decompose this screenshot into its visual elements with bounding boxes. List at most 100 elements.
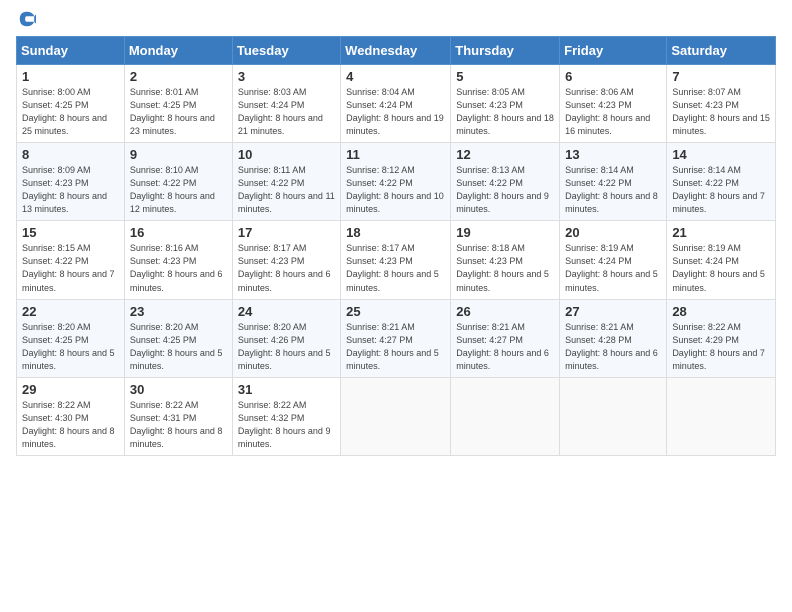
day-number: 19 — [456, 225, 554, 240]
day-number: 22 — [22, 304, 119, 319]
day-cell — [451, 377, 560, 455]
day-detail: Sunrise: 8:18 AMSunset: 4:23 PMDaylight:… — [456, 243, 549, 292]
day-cell: 5 Sunrise: 8:05 AMSunset: 4:23 PMDayligh… — [451, 65, 560, 143]
day-cell: 30 Sunrise: 8:22 AMSunset: 4:31 PMDaylig… — [124, 377, 232, 455]
day-detail: Sunrise: 8:20 AMSunset: 4:26 PMDaylight:… — [238, 322, 331, 371]
logo-icon — [18, 10, 36, 28]
day-cell: 6 Sunrise: 8:06 AMSunset: 4:23 PMDayligh… — [560, 65, 667, 143]
day-detail: Sunrise: 8:03 AMSunset: 4:24 PMDaylight:… — [238, 87, 323, 136]
day-detail: Sunrise: 8:20 AMSunset: 4:25 PMDaylight:… — [130, 322, 223, 371]
day-number: 15 — [22, 225, 119, 240]
day-detail: Sunrise: 8:17 AMSunset: 4:23 PMDaylight:… — [346, 243, 439, 292]
day-number: 27 — [565, 304, 661, 319]
day-cell: 23 Sunrise: 8:20 AMSunset: 4:25 PMDaylig… — [124, 299, 232, 377]
day-detail: Sunrise: 8:13 AMSunset: 4:22 PMDaylight:… — [456, 165, 549, 214]
day-detail: Sunrise: 8:14 AMSunset: 4:22 PMDaylight:… — [672, 165, 765, 214]
day-detail: Sunrise: 8:04 AMSunset: 4:24 PMDaylight:… — [346, 87, 444, 136]
day-number: 16 — [130, 225, 227, 240]
day-number: 28 — [672, 304, 770, 319]
day-cell: 3 Sunrise: 8:03 AMSunset: 4:24 PMDayligh… — [232, 65, 340, 143]
day-number: 31 — [238, 382, 335, 397]
day-cell: 1 Sunrise: 8:00 AMSunset: 4:25 PMDayligh… — [17, 65, 125, 143]
day-cell: 10 Sunrise: 8:11 AMSunset: 4:22 PMDaylig… — [232, 143, 340, 221]
day-cell: 2 Sunrise: 8:01 AMSunset: 4:25 PMDayligh… — [124, 65, 232, 143]
day-cell: 22 Sunrise: 8:20 AMSunset: 4:25 PMDaylig… — [17, 299, 125, 377]
day-detail: Sunrise: 8:22 AMSunset: 4:31 PMDaylight:… — [130, 400, 223, 449]
day-number: 26 — [456, 304, 554, 319]
day-cell: 7 Sunrise: 8:07 AMSunset: 4:23 PMDayligh… — [667, 65, 776, 143]
day-cell: 31 Sunrise: 8:22 AMSunset: 4:32 PMDaylig… — [232, 377, 340, 455]
day-detail: Sunrise: 8:01 AMSunset: 4:25 PMDaylight:… — [130, 87, 215, 136]
day-detail: Sunrise: 8:12 AMSunset: 4:22 PMDaylight:… — [346, 165, 444, 214]
day-number: 3 — [238, 69, 335, 84]
day-detail: Sunrise: 8:15 AMSunset: 4:22 PMDaylight:… — [22, 243, 115, 292]
day-cell: 4 Sunrise: 8:04 AMSunset: 4:24 PMDayligh… — [341, 65, 451, 143]
day-number: 8 — [22, 147, 119, 162]
day-cell: 21 Sunrise: 8:19 AMSunset: 4:24 PMDaylig… — [667, 221, 776, 299]
day-number: 20 — [565, 225, 661, 240]
day-cell: 16 Sunrise: 8:16 AMSunset: 4:23 PMDaylig… — [124, 221, 232, 299]
day-cell: 11 Sunrise: 8:12 AMSunset: 4:22 PMDaylig… — [341, 143, 451, 221]
day-number: 14 — [672, 147, 770, 162]
day-cell: 15 Sunrise: 8:15 AMSunset: 4:22 PMDaylig… — [17, 221, 125, 299]
day-detail: Sunrise: 8:09 AMSunset: 4:23 PMDaylight:… — [22, 165, 107, 214]
day-number: 12 — [456, 147, 554, 162]
day-number: 7 — [672, 69, 770, 84]
day-detail: Sunrise: 8:20 AMSunset: 4:25 PMDaylight:… — [22, 322, 115, 371]
day-number: 4 — [346, 69, 445, 84]
day-number: 2 — [130, 69, 227, 84]
day-number: 6 — [565, 69, 661, 84]
day-detail: Sunrise: 8:22 AMSunset: 4:32 PMDaylight:… — [238, 400, 331, 449]
day-cell: 20 Sunrise: 8:19 AMSunset: 4:24 PMDaylig… — [560, 221, 667, 299]
day-number: 5 — [456, 69, 554, 84]
col-header-monday: Monday — [124, 37, 232, 65]
day-number: 10 — [238, 147, 335, 162]
day-detail: Sunrise: 8:06 AMSunset: 4:23 PMDaylight:… — [565, 87, 650, 136]
week-row-4: 22 Sunrise: 8:20 AMSunset: 4:25 PMDaylig… — [17, 299, 776, 377]
day-detail: Sunrise: 8:16 AMSunset: 4:23 PMDaylight:… — [130, 243, 223, 292]
day-cell: 17 Sunrise: 8:17 AMSunset: 4:23 PMDaylig… — [232, 221, 340, 299]
day-cell — [667, 377, 776, 455]
day-cell: 18 Sunrise: 8:17 AMSunset: 4:23 PMDaylig… — [341, 221, 451, 299]
day-number: 29 — [22, 382, 119, 397]
day-number: 21 — [672, 225, 770, 240]
day-cell: 27 Sunrise: 8:21 AMSunset: 4:28 PMDaylig… — [560, 299, 667, 377]
header-row: SundayMondayTuesdayWednesdayThursdayFrid… — [17, 37, 776, 65]
day-detail: Sunrise: 8:00 AMSunset: 4:25 PMDaylight:… — [22, 87, 107, 136]
col-header-wednesday: Wednesday — [341, 37, 451, 65]
week-row-3: 15 Sunrise: 8:15 AMSunset: 4:22 PMDaylig… — [17, 221, 776, 299]
day-detail: Sunrise: 8:10 AMSunset: 4:22 PMDaylight:… — [130, 165, 215, 214]
calendar-page: SundayMondayTuesdayWednesdayThursdayFrid… — [0, 0, 792, 612]
calendar-table: SundayMondayTuesdayWednesdayThursdayFrid… — [16, 36, 776, 456]
day-cell: 25 Sunrise: 8:21 AMSunset: 4:27 PMDaylig… — [341, 299, 451, 377]
day-cell: 24 Sunrise: 8:20 AMSunset: 4:26 PMDaylig… — [232, 299, 340, 377]
day-detail: Sunrise: 8:19 AMSunset: 4:24 PMDaylight:… — [672, 243, 765, 292]
day-detail: Sunrise: 8:22 AMSunset: 4:30 PMDaylight:… — [22, 400, 115, 449]
day-cell: 19 Sunrise: 8:18 AMSunset: 4:23 PMDaylig… — [451, 221, 560, 299]
col-header-saturday: Saturday — [667, 37, 776, 65]
day-number: 11 — [346, 147, 445, 162]
day-detail: Sunrise: 8:21 AMSunset: 4:27 PMDaylight:… — [346, 322, 439, 371]
day-cell: 29 Sunrise: 8:22 AMSunset: 4:30 PMDaylig… — [17, 377, 125, 455]
day-cell: 13 Sunrise: 8:14 AMSunset: 4:22 PMDaylig… — [560, 143, 667, 221]
week-row-1: 1 Sunrise: 8:00 AMSunset: 4:25 PMDayligh… — [17, 65, 776, 143]
day-number: 17 — [238, 225, 335, 240]
col-header-sunday: Sunday — [17, 37, 125, 65]
day-number: 1 — [22, 69, 119, 84]
day-number: 30 — [130, 382, 227, 397]
logo — [16, 10, 38, 28]
day-detail: Sunrise: 8:21 AMSunset: 4:27 PMDaylight:… — [456, 322, 549, 371]
day-detail: Sunrise: 8:17 AMSunset: 4:23 PMDaylight:… — [238, 243, 331, 292]
day-detail: Sunrise: 8:21 AMSunset: 4:28 PMDaylight:… — [565, 322, 658, 371]
day-number: 24 — [238, 304, 335, 319]
day-cell — [560, 377, 667, 455]
day-detail: Sunrise: 8:19 AMSunset: 4:24 PMDaylight:… — [565, 243, 658, 292]
col-header-friday: Friday — [560, 37, 667, 65]
col-header-tuesday: Tuesday — [232, 37, 340, 65]
day-detail: Sunrise: 8:22 AMSunset: 4:29 PMDaylight:… — [672, 322, 765, 371]
day-cell: 8 Sunrise: 8:09 AMSunset: 4:23 PMDayligh… — [17, 143, 125, 221]
week-row-5: 29 Sunrise: 8:22 AMSunset: 4:30 PMDaylig… — [17, 377, 776, 455]
day-detail: Sunrise: 8:07 AMSunset: 4:23 PMDaylight:… — [672, 87, 770, 136]
day-number: 9 — [130, 147, 227, 162]
day-cell — [341, 377, 451, 455]
